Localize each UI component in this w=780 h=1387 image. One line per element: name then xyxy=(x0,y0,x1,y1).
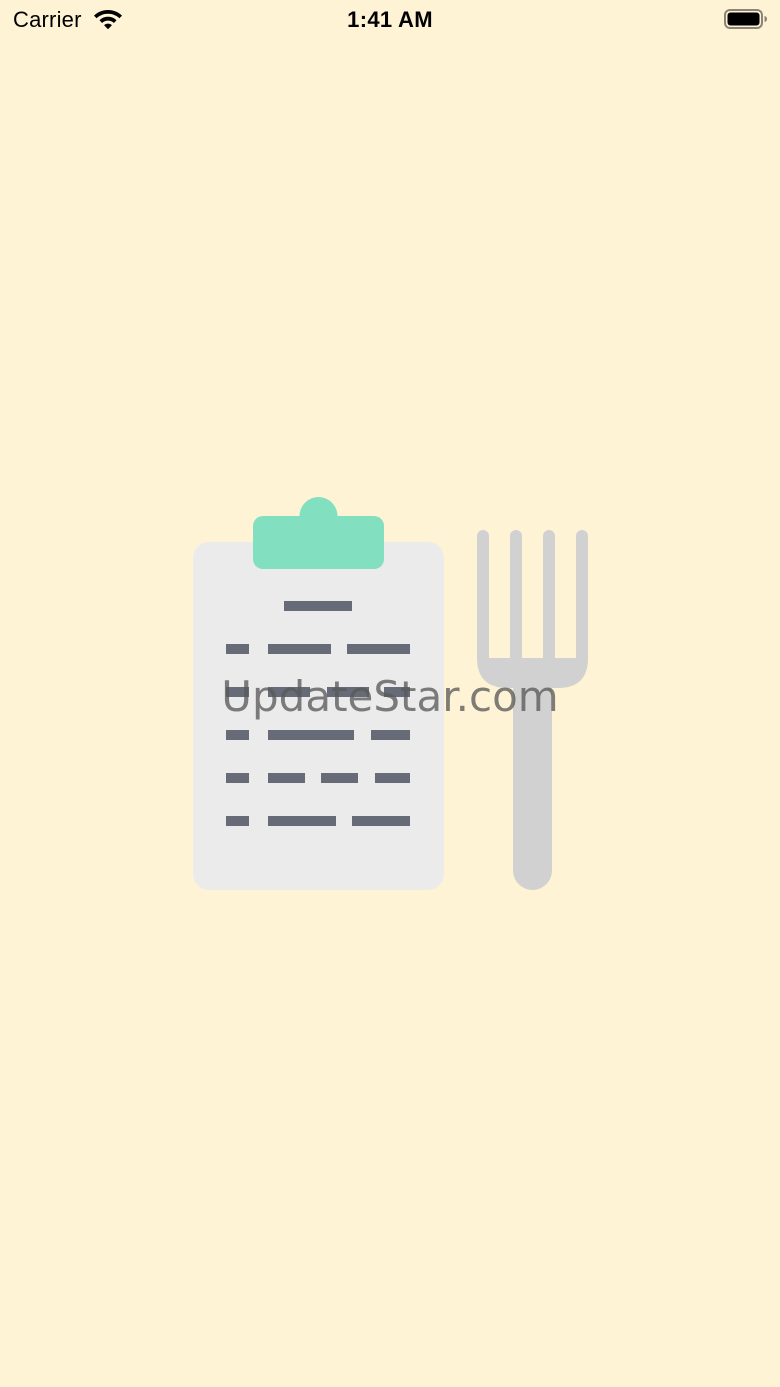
clipboard-menu-icon xyxy=(193,497,444,890)
splash-artwork xyxy=(193,497,588,890)
fork-icon xyxy=(477,530,588,890)
splash-illustration: UpdateStar.com xyxy=(0,0,780,1387)
splash-screen: Carrier 1:41 AM UpdateStar.com xyxy=(0,0,780,1387)
